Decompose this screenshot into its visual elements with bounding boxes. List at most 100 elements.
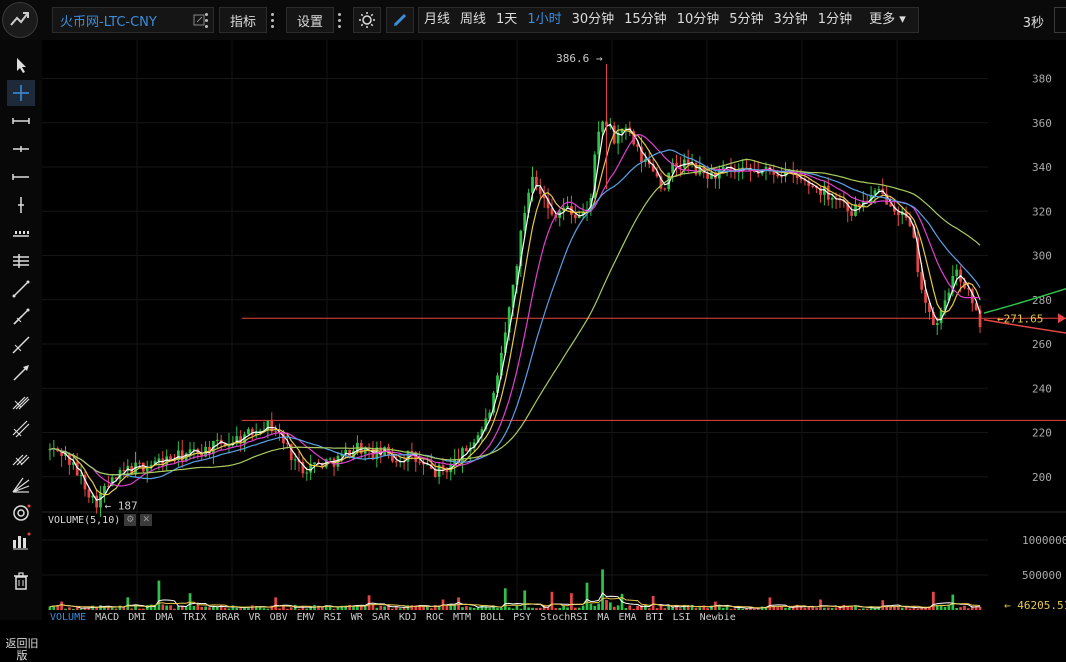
extended-line-tool[interactable] — [7, 332, 35, 358]
indicator-tab-lsi[interactable]: LSI — [673, 612, 691, 623]
period-8[interactable]: 3分钟 — [769, 8, 813, 32]
period-9[interactable]: 1分钟 — [813, 8, 857, 32]
candle-body — [955, 269, 959, 276]
indicator-tab-obv[interactable]: OBV — [270, 612, 288, 623]
trend-angle-tool[interactable] — [7, 304, 35, 330]
symbol-selector[interactable]: 火币网-LTC-CNY — [52, 7, 214, 33]
indicator-tab-brar[interactable]: BRAR — [215, 612, 239, 623]
volume-bar — [955, 607, 959, 610]
crosshair-tool[interactable] — [7, 80, 35, 106]
draw-toggle[interactable] — [386, 7, 414, 33]
period-selector: 月线 周线 1天 1小时 30分钟 15分钟 10分钟 5分钟 3分钟 1分钟 更多 ▾ — [418, 7, 919, 33]
period-3[interactable]: 1小时 — [522, 8, 566, 32]
price-line-tool[interactable] — [7, 220, 35, 246]
horizontal-line-tool[interactable] — [7, 136, 35, 162]
chart-area[interactable]: 200 220 240 260 280 300 320 340 360 380 386.6 → ← … — [42, 40, 1066, 624]
fullscreen-button[interactable] — [1054, 7, 1066, 33]
price-chart[interactable]: 200220240260280300320340360380 386.6 →← … — [42, 40, 1066, 620]
indicators-more-icon[interactable] — [266, 7, 278, 33]
indicator-tab-stochrsi[interactable]: StochRSI — [540, 612, 588, 623]
indicator-tab-kdj[interactable]: KDJ — [399, 612, 417, 623]
volume-bar — [352, 606, 355, 610]
indicator-tab-boll[interactable]: BOLL — [480, 612, 504, 623]
indicator-tab-dma[interactable]: DMA — [155, 612, 173, 623]
trend-line-tool[interactable] — [7, 276, 35, 302]
indicators-button[interactable]: 指标 — [219, 7, 267, 33]
period-4[interactable]: 30分钟 — [567, 8, 620, 32]
volume-bar — [904, 606, 908, 610]
candle-body — [79, 474, 83, 476]
back-to-old-link[interactable]: 返回旧版 — [2, 638, 42, 662]
indicator-tab-volume[interactable]: VOLUME — [50, 612, 86, 623]
indicator-tab-dmi[interactable]: DMI — [128, 612, 146, 623]
indicator-tab-ema[interactable]: EMA — [618, 612, 636, 623]
indicator-tab-ma[interactable]: MA — [597, 612, 609, 623]
volume-bar — [865, 608, 869, 610]
parallel-channel-tool[interactable] — [7, 248, 35, 274]
cursor-tool[interactable] — [7, 52, 35, 78]
symbol-more-icon[interactable] — [200, 7, 212, 33]
indicator-tab-sar[interactable]: SAR — [372, 612, 390, 623]
theme-toggle[interactable] — [353, 7, 381, 33]
period-7[interactable]: 5分钟 — [724, 8, 768, 32]
indicator-tab-wr[interactable]: WR — [351, 612, 363, 623]
gann-tool[interactable] — [7, 444, 35, 470]
price-line-icon — [13, 231, 29, 237]
volume-bar — [733, 608, 737, 610]
ray-tool[interactable] — [7, 164, 35, 190]
arrow-line-tool[interactable] — [7, 360, 35, 386]
volume-bar — [624, 608, 628, 610]
period-1[interactable]: 周线 — [455, 8, 491, 32]
delete-tool[interactable] — [7, 568, 35, 594]
volume-bar — [208, 607, 211, 610]
price-tick-2: 240 — [1032, 382, 1052, 395]
indicator-tab-trix[interactable]: TRIX — [182, 612, 206, 623]
candle-body — [328, 458, 332, 460]
ma-line-2 — [49, 133, 981, 487]
trash-icon — [14, 572, 28, 590]
period-6[interactable]: 10分钟 — [672, 8, 725, 32]
indicator-tab-roc[interactable]: ROC — [426, 612, 444, 623]
high-label: 386.6 → — [556, 52, 603, 65]
spiral-tool[interactable] — [7, 500, 35, 526]
settings-button[interactable]: 设置 — [286, 7, 334, 33]
more-periods-button[interactable]: 更多 ▾ — [857, 8, 918, 32]
candle-body — [531, 176, 534, 193]
volume-bar — [667, 605, 671, 610]
indicator-tab-emv[interactable]: EMV — [297, 612, 315, 623]
indicator-tab-macd[interactable]: MACD — [95, 612, 119, 623]
volume-bar — [196, 605, 200, 610]
volume-bar — [943, 606, 947, 610]
indicator-tab-psy[interactable]: PSY — [513, 612, 531, 623]
fib-channel-tool[interactable] — [7, 416, 35, 442]
candle-body — [99, 493, 102, 508]
volume-bar — [686, 606, 690, 610]
period-2[interactable]: 1天 — [491, 8, 522, 32]
indicator-tab-bti[interactable]: BTI — [646, 612, 664, 623]
volume-settings-icon[interactable]: ⚙ — [124, 514, 137, 526]
indicator-tab-vr[interactable]: VR — [249, 612, 261, 623]
horizontal-line-icon — [13, 146, 29, 152]
indicator-tab-rsi[interactable]: RSI — [324, 612, 342, 623]
refresh-interval[interactable]: 3秒 — [1023, 12, 1044, 31]
volume-bar — [391, 608, 394, 610]
pitchfork-tool[interactable] — [7, 388, 35, 414]
indicator-tab-mtm[interactable]: MTM — [453, 612, 471, 623]
logo-icon[interactable] — [2, 2, 38, 38]
settings-more-icon[interactable] — [333, 7, 345, 33]
volume-bar — [177, 606, 180, 610]
period-5[interactable]: 15分钟 — [619, 8, 672, 32]
volume-bar — [157, 580, 161, 610]
fan-tool[interactable] — [7, 472, 35, 498]
volume-bar — [507, 607, 511, 610]
volume-bar — [698, 607, 702, 610]
period-0[interactable]: 月线 — [419, 8, 455, 32]
volume-close-icon[interactable]: ✕ — [140, 514, 153, 526]
volume-bar — [585, 582, 589, 610]
segment-tool[interactable] — [7, 108, 35, 134]
volume-bar — [523, 590, 527, 610]
indicator-tab-newbie[interactable]: Newbie — [700, 612, 736, 623]
volume-bar — [161, 604, 165, 610]
indicator-tool[interactable] — [7, 528, 35, 554]
vertical-line-tool[interactable] — [7, 192, 35, 218]
